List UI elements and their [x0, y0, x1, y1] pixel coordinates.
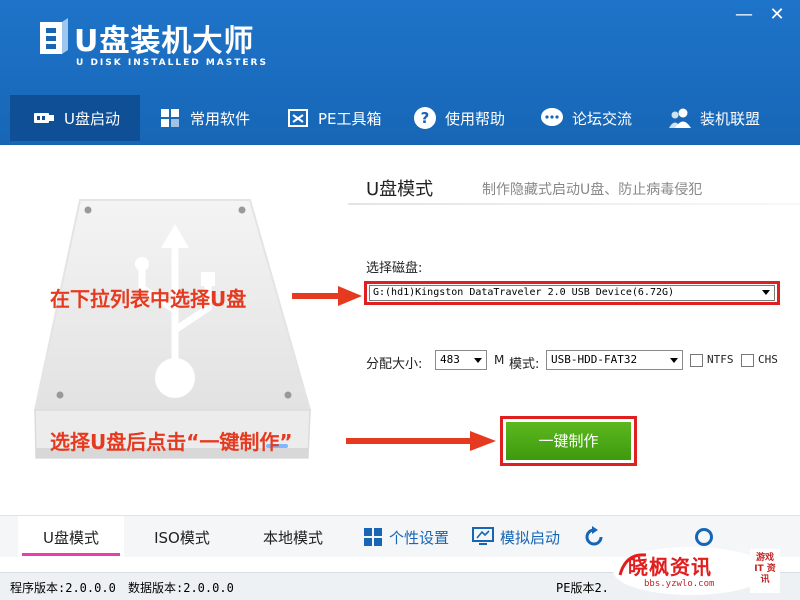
- header: U盘装机大师 U DISK INSTALLED MASTERS — ✕ U盘启动…: [0, 0, 800, 145]
- users-icon: [668, 106, 692, 130]
- make-button-highlight: 一键制作: [500, 416, 637, 466]
- nav-item-label: 装机联盟: [700, 109, 761, 128]
- mode-title: U盘模式: [366, 179, 434, 200]
- question-icon: ?: [413, 106, 437, 130]
- ntfs-checkbox[interactable]: [690, 354, 703, 367]
- annotation-click-make: 选择U盘后点击“一键制作”: [50, 430, 293, 454]
- watermark-title: 晓枫资讯: [628, 555, 712, 579]
- refresh-icon[interactable]: [583, 526, 605, 548]
- mode-description: 制作隐藏式启动U盘、防止病毒侵犯: [482, 182, 703, 198]
- svg-text:?: ?: [421, 109, 430, 127]
- nav-item-label: 论坛交流: [572, 109, 633, 128]
- tab-label: ISO模式: [154, 528, 210, 547]
- boot-mode-label: 模式:: [509, 357, 540, 372]
- nav-item-label: 使用帮助: [445, 109, 506, 128]
- tab-label: U盘模式: [43, 528, 99, 547]
- nav-item-pe-toolbox[interactable]: PE工具箱: [286, 95, 382, 141]
- watermark: 晓枫资讯 bbs.yzwlo.com 游戏 IT 资讯: [606, 545, 796, 597]
- disk-select-highlight: G:(hd1)Kingston DataTraveler 2.0 USB Dev…: [364, 281, 780, 305]
- close-button[interactable]: ✕: [766, 4, 788, 26]
- annotation-select-disk: 在下拉列表中选择U盘: [50, 287, 247, 311]
- tab-label: 个性设置: [388, 528, 449, 547]
- tab-usb-mode[interactable]: U盘模式: [18, 516, 124, 558]
- app-window: U盘装机大师 U DISK INSTALLED MASTERS — ✕ U盘启动…: [0, 0, 800, 600]
- nav-item-help[interactable]: ? 使用帮助: [413, 95, 505, 141]
- chat-icon: [540, 106, 564, 130]
- mode-divider: [348, 203, 800, 205]
- tab-iso-mode[interactable]: ISO模式: [130, 516, 234, 558]
- tab-personal-settings[interactable]: 个性设置: [356, 516, 456, 558]
- tab-label: 模拟启动: [499, 528, 560, 547]
- tab-simulate-boot[interactable]: 模拟启动: [466, 516, 566, 558]
- app-title: U盘装机大师: [74, 24, 255, 59]
- main-panel: U盘模式 制作隐藏式启动U盘、防止病毒侵犯 选择磁盘: G:(hd1)Kings…: [0, 145, 800, 515]
- chs-checkbox[interactable]: [741, 354, 754, 367]
- chevron-down-icon: [670, 358, 678, 363]
- nav-item-label: 常用软件: [190, 109, 251, 128]
- pe-version: PE版本2.: [556, 581, 609, 595]
- disk-select[interactable]: G:(hd1)Kingston DataTraveler 2.0 USB Dev…: [369, 285, 775, 301]
- nav-item-software[interactable]: 常用软件: [158, 95, 250, 141]
- nav-item-label: U盘启动: [64, 109, 120, 128]
- nav-item-alliance[interactable]: 装机联盟: [668, 95, 760, 141]
- disk-label: 选择磁盘:: [366, 261, 423, 276]
- alloc-size-select[interactable]: 483: [435, 350, 487, 370]
- one-click-make-button[interactable]: 一键制作: [506, 422, 631, 460]
- data-version: 数据版本:2.0.0.0: [128, 581, 234, 595]
- puzzle-icon: [158, 106, 182, 130]
- nav-item-usb-boot[interactable]: U盘启动: [10, 95, 140, 141]
- alloc-size-value: 483: [440, 353, 460, 366]
- top-nav: U盘启动 常用软件 PE工具箱 ? 使用帮助 论坛交流 装机联盟: [0, 95, 800, 145]
- program-version: 程序版本:2.0.0.0: [10, 581, 116, 595]
- nav-item-forum[interactable]: 论坛交流: [540, 95, 632, 141]
- info-icon[interactable]: [695, 528, 713, 546]
- boot-mode-select[interactable]: USB-HDD-FAT32: [546, 350, 683, 370]
- app-subtitle: U DISK INSTALLED MASTERS: [76, 58, 268, 68]
- chs-label: CHS: [758, 353, 778, 366]
- boot-mode-value: USB-HDD-FAT32: [551, 353, 638, 366]
- arrow-right-icon: [292, 286, 362, 306]
- ntfs-label: NTFS: [707, 353, 734, 366]
- chevron-down-icon: [762, 290, 770, 295]
- monitor-icon: [471, 527, 494, 545]
- disk-select-value: G:(hd1)Kingston DataTraveler 2.0 USB Dev…: [373, 287, 675, 298]
- tab-local-mode[interactable]: 本地模式: [240, 516, 346, 558]
- arrow-right-icon: [346, 431, 496, 451]
- minimize-button[interactable]: —: [733, 4, 755, 26]
- tab-label: 本地模式: [262, 528, 323, 547]
- alloc-size-label: 分配大小:: [366, 357, 423, 372]
- nav-item-label: PE工具箱: [318, 109, 382, 128]
- watermark-side-text: 游戏 IT 资讯: [754, 553, 776, 585]
- usb-icon: [32, 106, 56, 130]
- chevron-down-icon: [474, 358, 482, 363]
- alloc-unit: M: [494, 353, 505, 367]
- logo-icon: [40, 18, 68, 54]
- watermark-url: bbs.yzwlo.com: [644, 579, 715, 589]
- toolbox-icon: [286, 106, 310, 130]
- grid-icon: [363, 528, 382, 546]
